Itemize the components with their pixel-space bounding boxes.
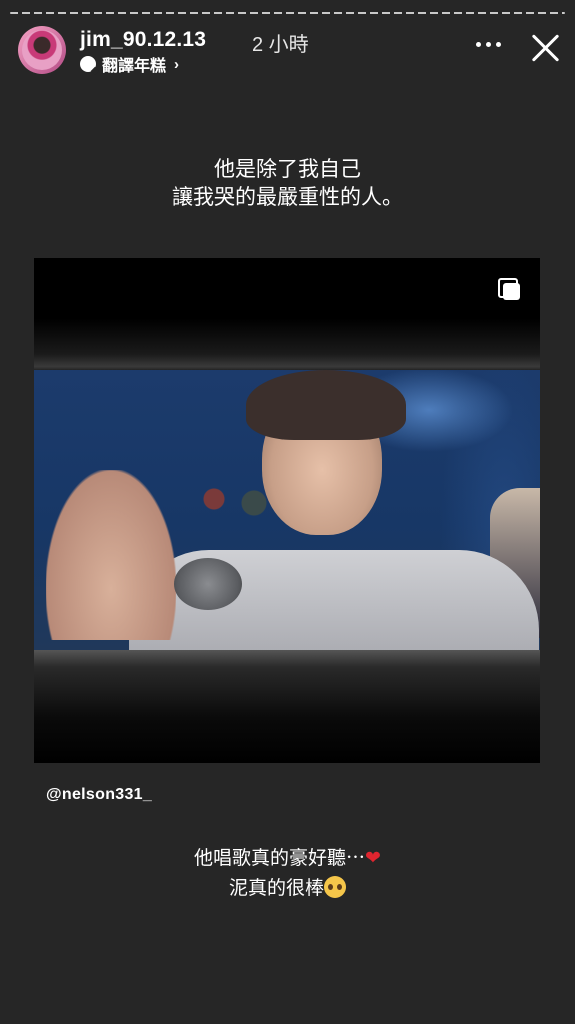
post-time: 2 小時 (252, 34, 309, 56)
caption-bottom-text-2: 泥真的很棒 (228, 877, 324, 899)
multiple-posts-icon (498, 278, 520, 300)
more-dot (486, 42, 491, 47)
story-progress-bar (10, 12, 565, 15)
more-dot (476, 42, 481, 47)
post-photo (34, 370, 540, 660)
caption-top-line-2: 讓我哭的最嚴重性的人。 (172, 185, 403, 209)
avatar-image (22, 30, 62, 70)
person-hair (246, 370, 406, 440)
microphone (174, 558, 242, 610)
more-horizontal-icon[interactable] (476, 42, 501, 47)
pleading-face-emoji-icon (324, 876, 346, 898)
audio-attribution[interactable]: 翻譯年糕 › (80, 52, 179, 76)
audio-bubble-icon (80, 56, 96, 72)
caption-bottom-line-2: 泥真的很棒 (0, 873, 575, 903)
story-caption-bottom: 他唱歌真的豪好聽⋯❤ 泥真的很棒 (0, 843, 575, 903)
audio-label: 翻譯年糕 (102, 58, 167, 75)
username[interactable]: jim_90.12.13 (80, 28, 206, 52)
chevron-right-icon: › (174, 55, 180, 73)
peace-sign-hand (46, 470, 176, 640)
caption-bottom-text-1: 他唱歌真的豪好聽⋯ (194, 847, 366, 869)
story-header: jim_90.12.13 2 小時 翻譯年糕 › (18, 26, 563, 76)
avatar[interactable] (18, 26, 66, 74)
caption-bottom-line-1: 他唱歌真的豪好聽⋯❤ (0, 843, 575, 873)
shared-post-media[interactable] (34, 258, 540, 763)
heart-emoji-icon: ❤ (365, 847, 381, 869)
story-caption-top: 他是除了我自己 讓我哭的最嚴重性的人。 (0, 155, 575, 211)
multi-icon-front (503, 283, 520, 300)
more-dot (496, 42, 501, 47)
mention-tag[interactable]: @nelson331_ (46, 786, 152, 804)
close-icon[interactable] (527, 30, 563, 66)
media-bottom-fade (34, 650, 540, 763)
caption-top-line-1: 他是除了我自己 (214, 157, 361, 181)
progress-segment (10, 12, 565, 14)
